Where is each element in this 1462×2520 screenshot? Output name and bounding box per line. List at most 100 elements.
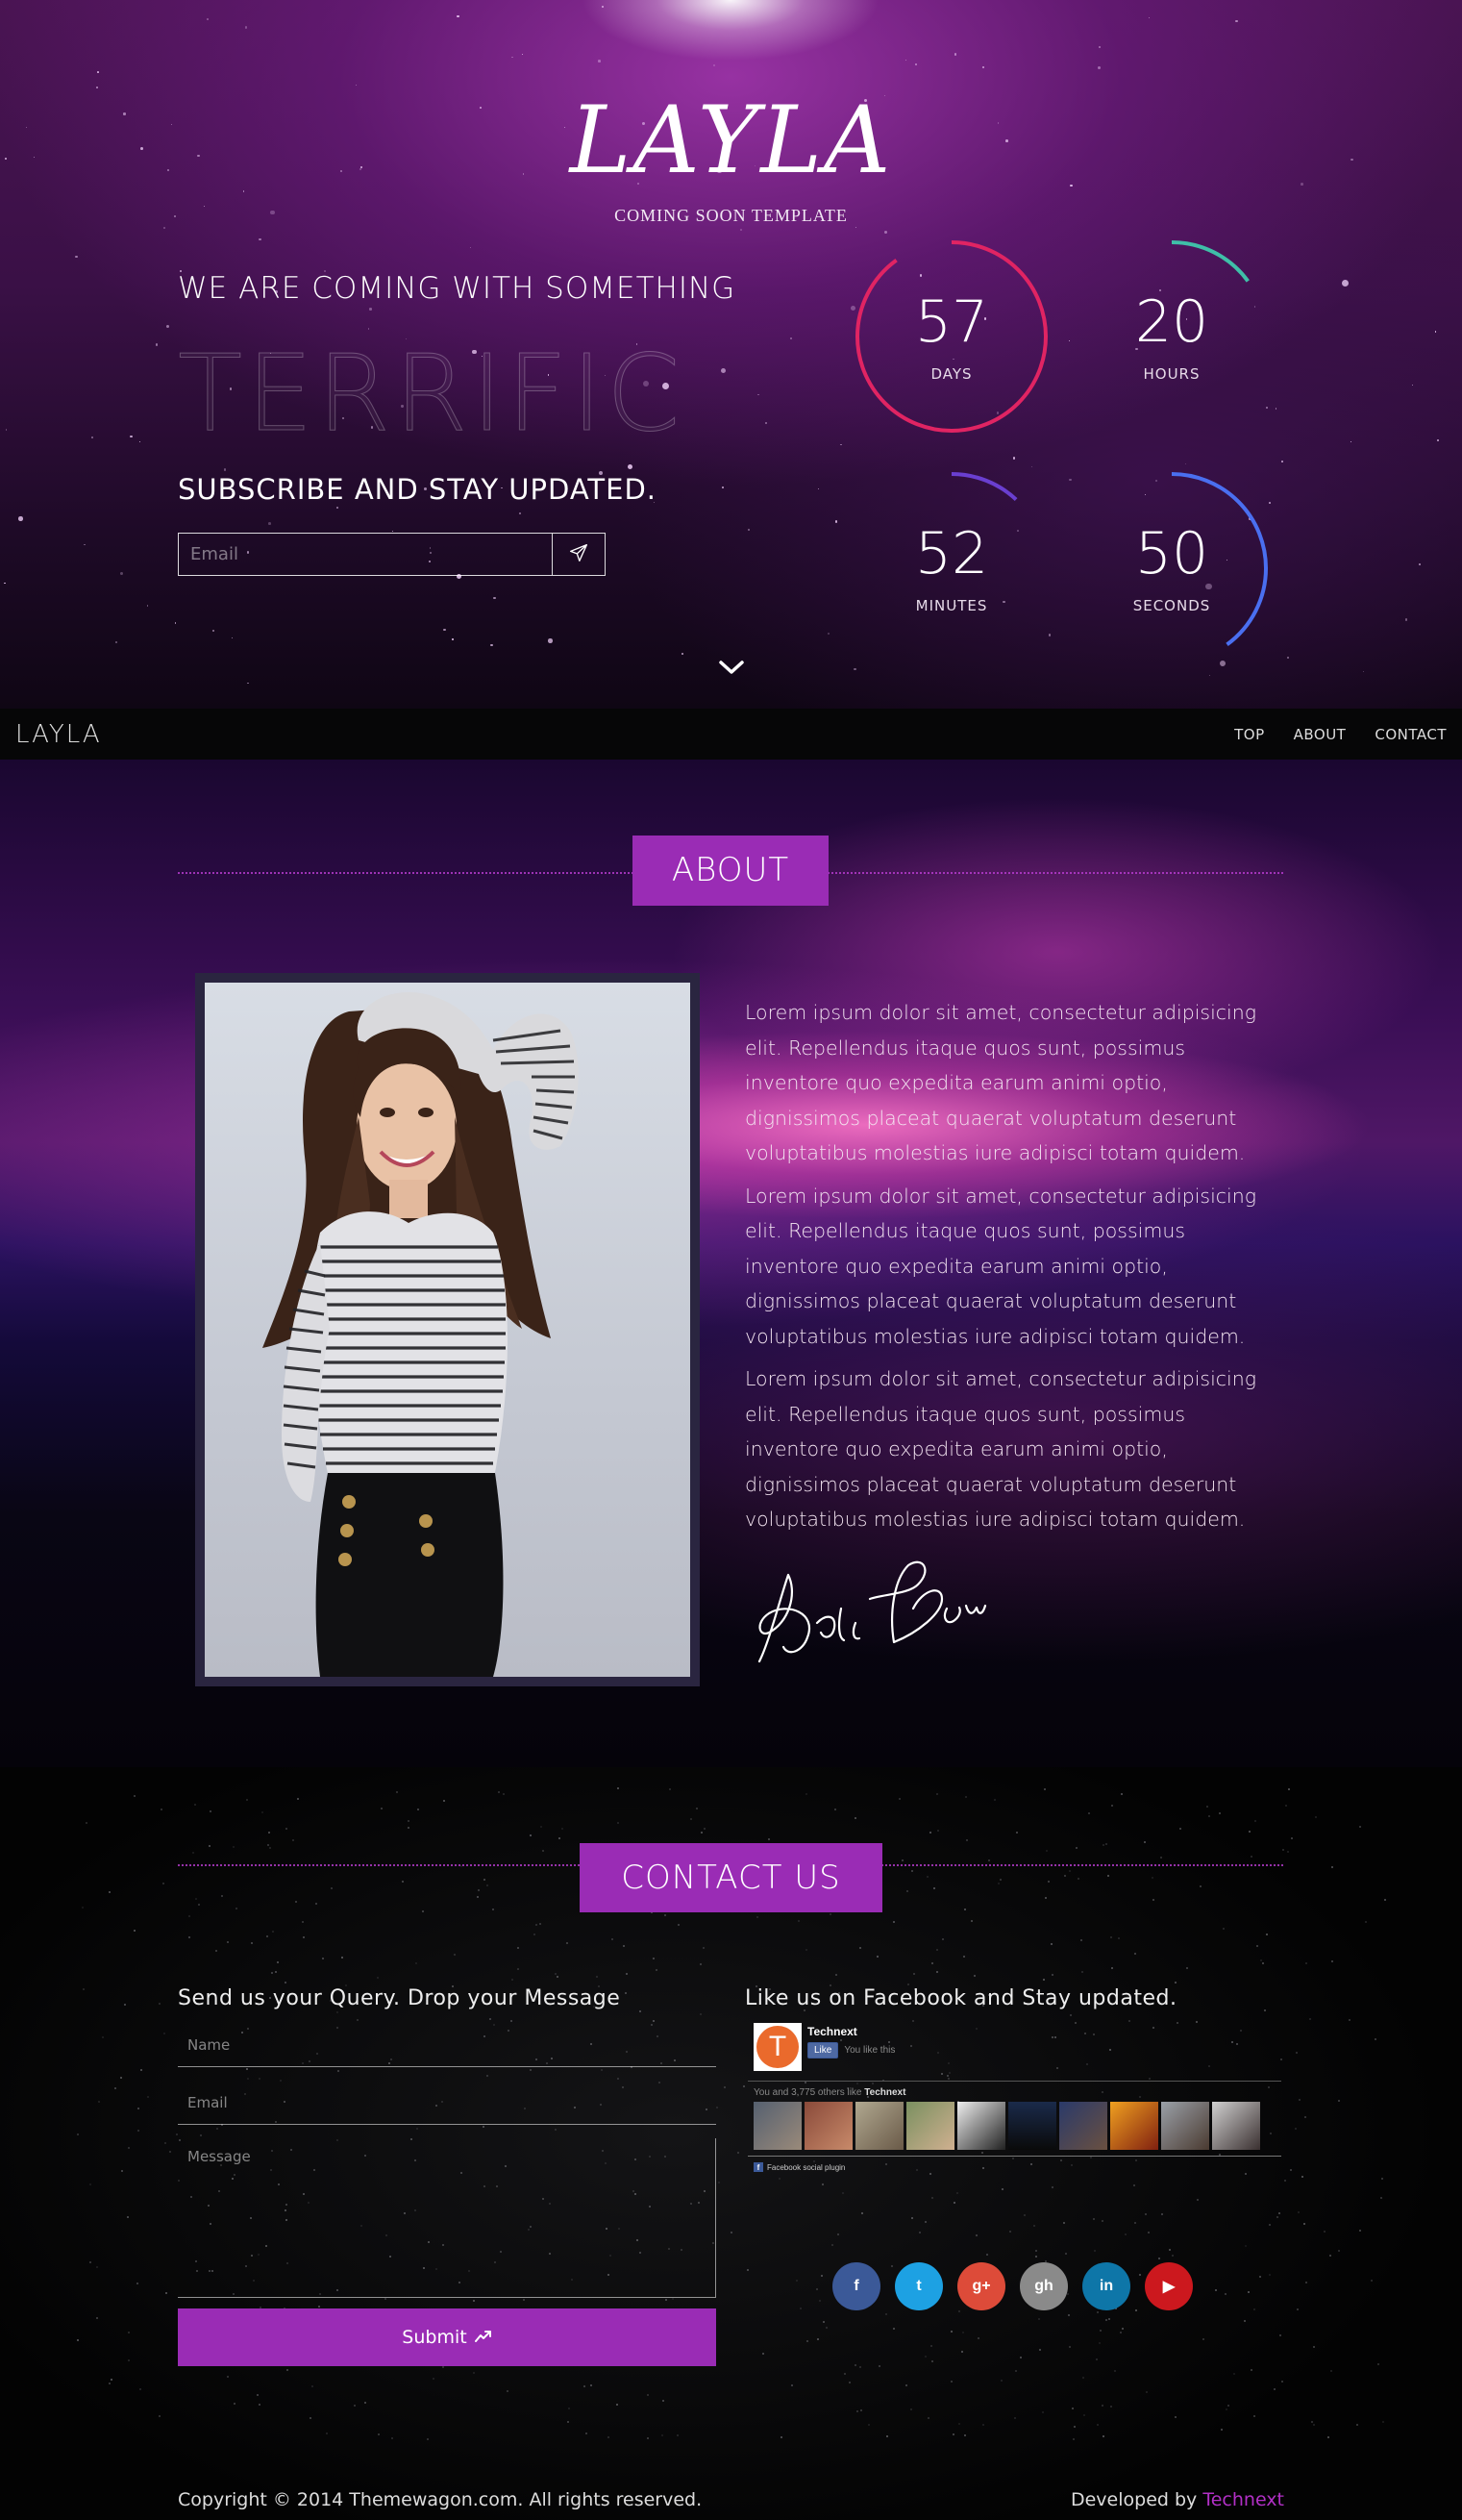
map-dot xyxy=(936,1830,939,1833)
map-dot xyxy=(1013,2416,1016,2419)
map-dot xyxy=(617,1786,620,1789)
technext-logo[interactable]: T xyxy=(754,2023,802,2071)
map-dot xyxy=(1052,1974,1054,1977)
map-dot xyxy=(1082,2377,1085,2380)
facebook-icon[interactable]: f xyxy=(832,2262,880,2310)
fan-avatar[interactable] xyxy=(855,2102,904,2150)
fan-avatar[interactable] xyxy=(754,2102,802,2150)
map-dot xyxy=(626,1972,629,1975)
map-dot xyxy=(974,1975,977,1978)
google-plus-icon[interactable]: g+ xyxy=(957,2262,1005,2310)
map-dot xyxy=(517,1968,520,1971)
map-dot xyxy=(736,2152,739,2155)
star-dot xyxy=(720,368,726,374)
fan-avatar[interactable] xyxy=(1161,2102,1209,2150)
map-dot xyxy=(1095,2358,1098,2361)
name-field[interactable] xyxy=(178,2023,716,2067)
developer-link[interactable]: Technext xyxy=(1202,2489,1284,2510)
star-dot xyxy=(120,571,124,575)
map-dot xyxy=(309,2417,311,2420)
map-dot xyxy=(560,1827,563,1830)
facebook-page-name[interactable]: Technext xyxy=(807,2025,895,2038)
map-dot xyxy=(855,2363,857,2366)
map-dot xyxy=(730,2232,732,2234)
map-dot xyxy=(805,1792,808,1795)
map-dot xyxy=(294,1901,297,1904)
map-dot xyxy=(761,2353,764,2356)
map-dot xyxy=(285,2368,288,2371)
map-dot xyxy=(422,1910,425,1913)
map-dot xyxy=(268,1847,271,1850)
map-dot xyxy=(1113,2370,1116,2373)
map-dot xyxy=(260,1811,263,1814)
fan-avatar[interactable] xyxy=(1008,2102,1056,2150)
star-dot xyxy=(1208,674,1210,676)
map-dot xyxy=(507,2389,509,2392)
nav-link-about[interactable]: ABOUT xyxy=(1294,726,1347,743)
map-dot xyxy=(855,1816,857,1819)
map-dot xyxy=(1248,1831,1251,1834)
map-dot xyxy=(1294,2127,1297,2130)
star-dot xyxy=(518,511,521,515)
map-dot xyxy=(1073,2438,1076,2441)
fan-avatar[interactable] xyxy=(1059,2102,1107,2150)
subscribe-email-input[interactable] xyxy=(179,534,553,575)
fan-avatar[interactable] xyxy=(1212,2102,1260,2150)
fan-avatar[interactable] xyxy=(957,2102,1005,2150)
map-dot xyxy=(958,2309,961,2312)
map-dot xyxy=(1290,2169,1293,2172)
map-dot xyxy=(781,2436,783,2439)
facebook-like-box: T Technext Like You like this You and 3,… xyxy=(748,2019,1281,2172)
map-dot xyxy=(1297,2211,1300,2214)
nav-brand[interactable]: LAYLA xyxy=(15,720,102,749)
github-icon[interactable]: gh xyxy=(1020,2262,1068,2310)
map-dot xyxy=(1243,2320,1246,2323)
map-dot xyxy=(1358,2229,1361,2232)
map-dot xyxy=(902,1859,904,1862)
map-dot xyxy=(497,1790,500,1793)
star-dot xyxy=(247,682,249,685)
map-dot xyxy=(1250,1856,1252,1859)
map-dot xyxy=(1168,2248,1171,2251)
map-dot xyxy=(257,2394,260,2397)
map-dot xyxy=(188,1936,191,1939)
map-dot xyxy=(910,2408,913,2410)
map-dot xyxy=(660,2433,663,2436)
map-dot xyxy=(976,2234,979,2237)
linkedin-icon[interactable]: in xyxy=(1082,2262,1130,2310)
twitter-icon[interactable]: t xyxy=(895,2262,943,2310)
facebook-like-button[interactable]: Like xyxy=(807,2042,839,2058)
subscribe-send-button[interactable] xyxy=(553,534,605,575)
map-dot xyxy=(503,1793,506,1796)
message-field[interactable] xyxy=(178,2138,716,2298)
submit-button[interactable]: Submit xyxy=(178,2308,716,2366)
map-dot xyxy=(127,2359,130,2362)
map-dot xyxy=(950,2331,953,2333)
map-dot xyxy=(656,1969,658,1972)
youtube-icon[interactable]: ▶ xyxy=(1145,2262,1193,2310)
fan-avatar[interactable] xyxy=(1110,2102,1158,2150)
star-dot xyxy=(954,53,957,56)
map-dot xyxy=(960,2350,963,2353)
map-dot xyxy=(799,2307,802,2309)
map-dot xyxy=(1008,2230,1011,2233)
map-dot xyxy=(303,1936,306,1939)
scroll-down-button[interactable] xyxy=(712,656,751,683)
map-dot xyxy=(111,2379,113,2382)
star-dot xyxy=(840,444,842,446)
fan-avatar[interactable] xyxy=(805,2102,853,2150)
map-dot xyxy=(377,2433,380,2436)
star-dot xyxy=(369,308,372,311)
email-field[interactable] xyxy=(178,2081,716,2125)
countdown-minutes: 52 MINUTES xyxy=(851,467,1053,669)
signature-image xyxy=(750,1556,1038,1675)
map-dot xyxy=(535,1923,538,1926)
map-dot xyxy=(823,2321,826,2324)
map-dot xyxy=(856,2410,859,2413)
nav-link-top[interactable]: TOP xyxy=(1234,726,1265,743)
map-dot xyxy=(1269,2223,1272,2226)
fan-avatar[interactable] xyxy=(906,2102,954,2150)
nav-link-contact[interactable]: CONTACT xyxy=(1375,726,1447,743)
map-dot xyxy=(964,1909,967,1911)
star-dot xyxy=(212,630,215,633)
